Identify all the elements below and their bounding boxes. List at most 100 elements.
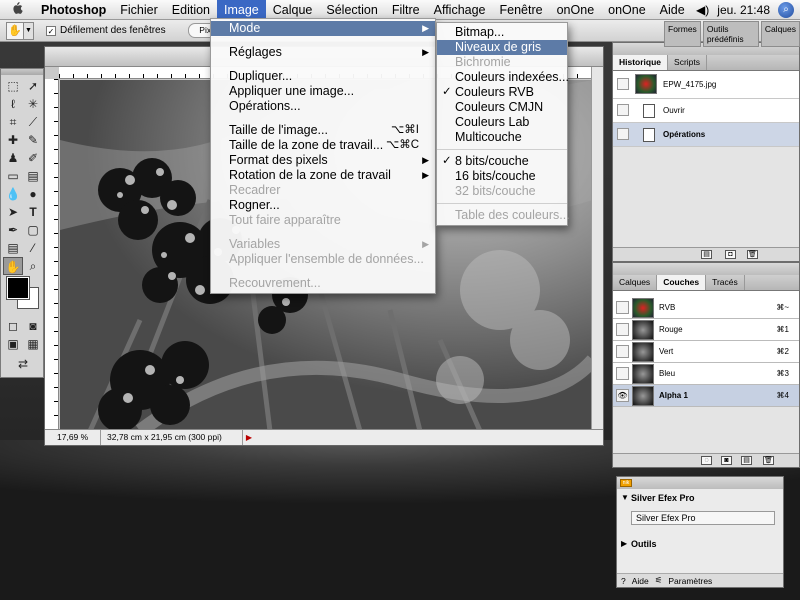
path-selection-icon[interactable]: ➤	[3, 203, 23, 221]
zoom-level-field[interactable]: 17,69 %	[45, 430, 101, 445]
history-brush-icon[interactable]: ✐	[23, 149, 43, 167]
notes-tool-icon[interactable]: ▤	[3, 239, 23, 257]
jump-to-imageready-icon[interactable]: ⇄	[13, 355, 33, 373]
tab-historique[interactable]: Historique	[613, 55, 669, 70]
menu-image[interactable]: Image	[217, 0, 266, 20]
tab-calques[interactable]: Calques	[613, 275, 658, 290]
hand-tool-preset-icon[interactable]: ✋	[6, 21, 24, 40]
menu-item-taille-de-la-zone-de-travail[interactable]: Taille de la zone de travail... ⌥⌘C	[211, 138, 435, 153]
menu-item-rotation-de-la-zone-de-travail[interactable]: Rotation de la zone de travail ▶	[211, 168, 435, 183]
vertical-ruler[interactable]	[45, 79, 59, 429]
disclosure-open-icon[interactable]: ▼	[621, 489, 629, 507]
vertical-scrollbar[interactable]	[591, 67, 603, 429]
menu-aide[interactable]: Aide	[653, 0, 692, 20]
pen-tool-icon[interactable]: ✒	[3, 221, 23, 239]
menu-selection[interactable]: Sélection	[319, 0, 384, 20]
clone-stamp-icon[interactable]: ♟	[3, 149, 23, 167]
visibility-box[interactable]	[616, 301, 629, 314]
status-menu-arrow-icon[interactable]: ▶	[243, 433, 255, 442]
hand-tool-icon[interactable]: ✋	[3, 257, 23, 275]
menu-filtre[interactable]: Filtre	[385, 0, 427, 20]
disclosure-closed-icon[interactable]: ▶	[621, 535, 627, 553]
history-brush-source-icon[interactable]	[617, 104, 629, 116]
menu-item-taille-de-l-image[interactable]: Taille de l'image... ⌥⌘I	[211, 123, 435, 138]
gradient-tool-icon[interactable]: ▤	[23, 167, 43, 185]
apple-menu-icon[interactable]	[0, 1, 34, 18]
new-document-from-state-icon[interactable]: ▤	[701, 250, 712, 259]
move-tool-icon[interactable]: ➚	[23, 77, 43, 95]
menu-fenetre[interactable]: Fenêtre	[493, 0, 550, 20]
trash-icon[interactable]: 🗑	[747, 250, 758, 259]
menu-item-8-bits-couche[interactable]: ✓ 8 bits/couche	[437, 154, 567, 169]
type-tool-icon[interactable]: T	[23, 203, 43, 221]
menu-item-bitmap[interactable]: Bitmap...	[437, 25, 567, 40]
menubar-clock[interactable]: jeu. 21:48	[717, 3, 770, 17]
well-tab-formes[interactable]: Formes	[664, 21, 701, 47]
menu-item-couleurs-indexees[interactable]: Couleurs indexées...	[437, 70, 569, 85]
crop-tool-icon[interactable]: ⌗	[3, 113, 23, 131]
lasso-tool-icon[interactable]: ℓ	[3, 95, 23, 113]
menu-item-mode[interactable]: Mode ▶	[211, 21, 435, 36]
well-tab-calques[interactable]: Calques	[760, 21, 800, 47]
zoom-tool-icon[interactable]: ⌕	[23, 257, 43, 275]
speaker-icon[interactable]: ◀)	[696, 3, 709, 17]
menu-item-multicouche[interactable]: Multicouche	[437, 130, 567, 145]
menu-onone-1[interactable]: onOne	[550, 0, 602, 20]
menu-item-couleurs-cmjn[interactable]: Couleurs CMJN	[437, 100, 567, 115]
close-icon[interactable]: nik	[620, 479, 632, 487]
channels-panel-title-bar[interactable]	[613, 263, 799, 275]
eraser-tool-icon[interactable]: ▭	[3, 167, 23, 185]
screen-mode-standard-icon[interactable]: ▣	[3, 335, 23, 353]
slice-tool-icon[interactable]: ⟋	[23, 113, 43, 131]
quick-mask-icon[interactable]: ◙	[23, 317, 43, 335]
shape-tool-icon[interactable]: ▢	[23, 221, 43, 239]
trash-icon[interactable]: 🗑	[763, 456, 774, 465]
menu-item-appliquer-une-image[interactable]: Appliquer une image...	[211, 84, 435, 99]
chevron-down-icon[interactable]: ▼	[24, 21, 34, 40]
silver-efex-title-bar[interactable]: nik	[617, 477, 783, 489]
well-tab-outils[interactable]: Outils prédéfinis	[702, 21, 759, 47]
menu-item-rogner[interactable]: Rogner...	[211, 198, 435, 213]
menu-item-couleurs-lab[interactable]: Couleurs Lab	[437, 115, 567, 130]
menu-item-operations[interactable]: Opérations...	[211, 99, 435, 114]
silver-efex-section-header[interactable]: ▼ Silver Efex Pro	[617, 489, 783, 507]
history-brush-source-icon[interactable]	[617, 128, 629, 140]
channel-row-rouge[interactable]: Rouge ⌘1	[613, 319, 799, 341]
screen-mode-full-icon[interactable]: ▦	[23, 335, 43, 353]
eye-icon[interactable]: 👁	[616, 389, 629, 402]
silver-efex-button[interactable]: Silver Efex Pro	[631, 511, 775, 525]
app-menu[interactable]: Photoshop	[34, 0, 113, 20]
help-link[interactable]: Aide	[632, 576, 649, 586]
load-selection-icon[interactable]: ◌	[701, 456, 712, 465]
brush-tool-icon[interactable]: ✎	[23, 131, 43, 149]
foreground-color-swatch[interactable]	[6, 276, 30, 300]
tab-scripts[interactable]: Scripts	[668, 55, 708, 70]
menu-item-couleurs-rvb[interactable]: ✓ Couleurs RVB	[437, 85, 567, 100]
spotlight-icon[interactable]: ⌕	[778, 1, 794, 18]
history-brush-source-icon[interactable]	[617, 78, 629, 90]
visibility-box[interactable]	[616, 323, 629, 336]
menu-item-format-des-pixels[interactable]: Format des pixels ▶	[211, 153, 435, 168]
history-state-operations[interactable]: Opérations	[613, 123, 799, 147]
settings-icon[interactable]: ⚟	[655, 575, 663, 586]
save-selection-icon[interactable]: ◙	[721, 456, 732, 465]
channel-row-bleu[interactable]: Bleu ⌘3	[613, 363, 799, 385]
scroll-all-windows-option[interactable]: ✓ Défilement des fenêtres	[46, 25, 166, 36]
outils-section-header[interactable]: ▶ Outils	[617, 535, 783, 553]
settings-link[interactable]: Paramètres	[668, 576, 712, 586]
standard-mode-icon[interactable]: ◻	[3, 317, 23, 335]
menu-item-reglages[interactable]: Réglages ▶	[211, 45, 435, 60]
magic-wand-icon[interactable]: ✳	[23, 95, 43, 113]
channel-row-rvb[interactable]: RVB ⌘~	[613, 297, 799, 319]
new-snapshot-icon[interactable]: ◘	[725, 250, 736, 259]
menu-item-16-bits-couche[interactable]: 16 bits/couche	[437, 169, 567, 184]
visibility-box[interactable]	[616, 367, 629, 380]
tab-couches[interactable]: Couches	[657, 275, 707, 290]
channel-row-alpha-1[interactable]: 👁 Alpha 1 ⌘4	[613, 385, 799, 407]
toolbox-title-bar[interactable]	[1, 69, 43, 75]
menu-onone-2[interactable]: onOne	[601, 0, 653, 20]
tab-traces[interactable]: Tracés	[706, 275, 745, 290]
eyedropper-icon[interactable]: ⁄	[23, 239, 43, 257]
healing-brush-icon[interactable]: ✚	[3, 131, 23, 149]
blur-tool-icon[interactable]: 💧	[3, 185, 23, 203]
